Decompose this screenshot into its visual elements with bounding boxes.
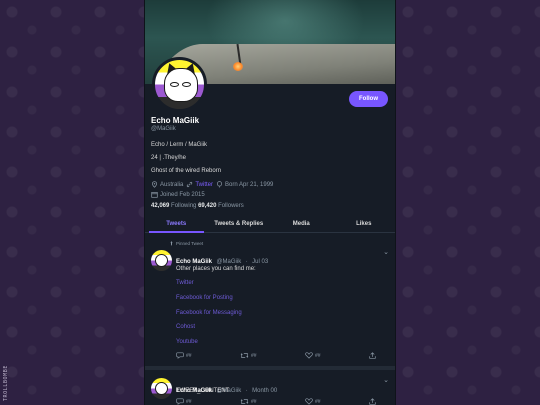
- tab-media[interactable]: Media: [270, 215, 333, 232]
- like-count: ##: [315, 352, 321, 359]
- profile-tabs: Tweets Tweets & Replies Media Likes: [145, 215, 395, 233]
- profile-meta-row: Australia Twitter Born Apr 21, 1999: [151, 181, 391, 188]
- tweet-actions: ## ## ##: [176, 398, 376, 405]
- share-icon: [369, 352, 376, 359]
- followers-link[interactable]: 69,420 Followers: [198, 203, 244, 209]
- joined-text: Joined Feb 2015: [160, 191, 205, 198]
- profile-name: Echo MaGiik: [151, 116, 200, 125]
- tweet-divider: [145, 366, 395, 370]
- share-icon: [369, 398, 376, 405]
- tweet-link[interactable]: Cohost: [176, 324, 195, 330]
- pinned-indicator: Pinned Tweet: [169, 241, 203, 246]
- bio-line: Echo / Lerm / MaGiik: [151, 142, 208, 148]
- followers-count: 69,420: [198, 203, 217, 209]
- balloon-icon: [216, 181, 223, 188]
- link-icon: [186, 181, 193, 188]
- birthday-text: Born Apr 21, 1999: [225, 181, 274, 188]
- reply-button[interactable]: ##: [176, 352, 192, 359]
- following-link[interactable]: 42,069 Following: [151, 203, 196, 209]
- tweet-actions: ## ## ##: [176, 352, 376, 359]
- tab-likes[interactable]: Likes: [333, 215, 396, 232]
- followers-label: Followers: [218, 203, 244, 209]
- profile-info: Echo MaGiik @MaGiik Echo / Lerm / MaGiik…: [151, 116, 391, 209]
- location-pin-icon: [151, 181, 158, 188]
- heart-icon: [305, 398, 313, 405]
- retweet-icon: [240, 352, 249, 359]
- tweet-date[interactable]: Month 00: [252, 388, 277, 394]
- tweet-separator: ·: [245, 259, 248, 265]
- following-count: 42,069: [151, 203, 170, 209]
- tweet-link[interactable]: Facebook for Posting: [176, 295, 233, 301]
- follow-counts: 42,069 Following 69,420 Followers: [151, 203, 391, 209]
- bio-line: Ghost of the wired Reborn: [151, 168, 222, 174]
- like-button[interactable]: ##: [305, 352, 321, 359]
- joined-row: Joined Feb 2015: [151, 191, 391, 198]
- reply-count: ##: [186, 352, 192, 359]
- reply-icon: [176, 398, 184, 405]
- tweet-separator: ·: [245, 388, 248, 394]
- tweet-menu-chevron-icon[interactable]: ⌄: [383, 376, 389, 384]
- tweet-date[interactable]: Jul 03: [252, 259, 268, 265]
- reply-count: ##: [186, 398, 192, 405]
- tweet-avatar[interactable]: [151, 378, 172, 399]
- tweet-link[interactable]: Facebook for Messaging: [176, 310, 242, 316]
- pinned-label: Pinned Tweet: [176, 241, 204, 246]
- retweet-count: ##: [251, 398, 257, 405]
- share-button[interactable]: [369, 398, 376, 405]
- bio-line: 24 | .They/he: [151, 155, 186, 161]
- location-text: Australia: [160, 181, 184, 188]
- share-button[interactable]: [369, 352, 376, 359]
- tab-tweets-replies[interactable]: Tweets & Replies: [208, 215, 271, 232]
- heart-icon: [305, 352, 313, 359]
- tweet-link[interactable]: Twitter: [176, 280, 194, 286]
- calendar-icon: [151, 191, 158, 198]
- profile-link[interactable]: Twitter: [195, 182, 213, 188]
- tweet-text: Other places you can find me:: [176, 266, 256, 272]
- tweet-menu-chevron-icon[interactable]: ⌄: [383, 248, 389, 256]
- reply-icon: [176, 352, 184, 359]
- following-label: Following: [171, 203, 197, 209]
- tweet-link[interactable]: Youtube: [176, 339, 198, 345]
- like-button[interactable]: ##: [305, 398, 321, 405]
- tweet-avatar[interactable]: [151, 250, 172, 271]
- profile-column: Follow Echo MaGiik @MaGiik Echo / Lerm /…: [144, 0, 396, 405]
- tab-tweets[interactable]: Tweets: [145, 215, 208, 233]
- side-credit-text: TROLLBOMBE: [3, 364, 9, 401]
- like-count: ##: [315, 398, 321, 405]
- retweet-count: ##: [251, 352, 257, 359]
- profile-handle: @MaGiik: [151, 126, 176, 132]
- pin-icon: [169, 241, 174, 246]
- tweet-author-name[interactable]: Echo MaGiik: [176, 259, 212, 265]
- retweet-button[interactable]: ##: [240, 352, 257, 359]
- profile-avatar[interactable]: [152, 57, 207, 112]
- retweet-icon: [240, 398, 249, 405]
- follow-button[interactable]: Follow: [349, 91, 388, 107]
- reply-button[interactable]: ##: [176, 398, 192, 405]
- tweet-text: TWEET_CONTENT: [176, 388, 230, 394]
- retweet-button[interactable]: ##: [240, 398, 257, 405]
- tweet-author-handle[interactable]: @MaGiik: [216, 259, 241, 265]
